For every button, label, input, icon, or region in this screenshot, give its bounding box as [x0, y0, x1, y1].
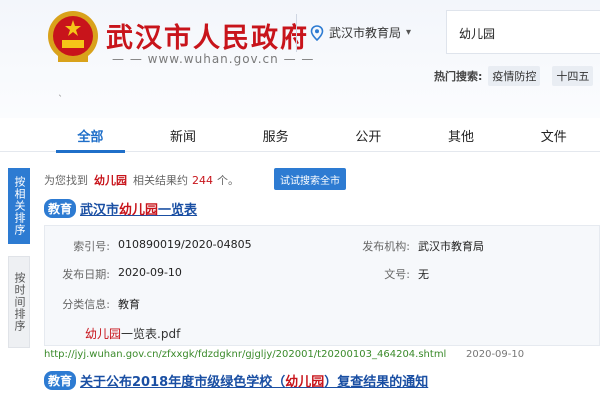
chevron-down-icon: ▾	[406, 27, 412, 38]
decorative-mark: ˎ	[58, 86, 63, 97]
hot-search-item[interactable]: 疫情防控	[488, 66, 541, 86]
results-summary: 为您找到 幼儿园 相关结果约 244 个。	[44, 172, 239, 188]
tab-public[interactable]: 公开	[322, 118, 415, 152]
category-badge: 教育	[44, 199, 77, 218]
result-url[interactable]: http://jyj.wuhan.gov.cn/zfxxgk/fdzdgknr/…	[44, 349, 446, 360]
national-emblem-icon	[48, 11, 98, 62]
result-title-link[interactable]: 关于公布2018年度市级绿色学校（幼儿园）复查结果的通知	[80, 371, 428, 390]
summary-suffix: 个。	[217, 174, 239, 187]
summary-count: 244	[192, 173, 213, 187]
category-tabs: 全部 新闻 服务 公开 其他 文件	[0, 118, 600, 153]
result-title[interactable]: 教育 关于公布2018年度市级绿色学校（幼儿园）复查结果的通知	[44, 371, 428, 390]
attachment-link[interactable]: 幼儿园一览表.pdf	[85, 325, 180, 342]
search-box	[446, 10, 600, 54]
result-meta-box: 索引号: 010890019/2020-04805 发布机构: 武汉市教育局 发布日…	[44, 225, 600, 346]
hot-search-item[interactable]: 十四五	[552, 66, 594, 86]
result-title-link[interactable]: 武汉市幼儿园一览表	[80, 199, 197, 218]
summary-keyword: 幼儿园	[94, 174, 127, 187]
meta-doc-number: 文号: 无	[384, 268, 429, 281]
result-title[interactable]: 教育 武汉市幼儿园一览表	[44, 199, 197, 218]
search-all-city-button[interactable]: 试试搜索全市	[274, 168, 346, 190]
search-input[interactable]	[459, 23, 599, 43]
meta-org: 发布机构: 武汉市教育局	[362, 240, 484, 253]
location-pin-icon	[310, 24, 324, 41]
hot-searches: 热门搜索: 疫情防控 十四五	[434, 66, 594, 86]
tab-other[interactable]: 其他	[415, 118, 508, 152]
site-url: — — www.wuhan.gov.cn — —	[112, 52, 315, 66]
tab-all[interactable]: 全部	[44, 118, 137, 153]
tab-files[interactable]: 文件	[507, 118, 600, 152]
meta-category: 分类信息: 教育	[62, 298, 140, 311]
summary-prefix: 为您找到	[44, 174, 88, 187]
header-divider	[296, 14, 297, 52]
result-date: 2020-09-10	[466, 349, 525, 360]
meta-date: 发布日期: 2020-09-10	[62, 266, 182, 281]
tab-services[interactable]: 服务	[229, 118, 322, 152]
meta-index: 索引号: 010890019/2020-04805	[73, 238, 252, 253]
location-label: 武汉市教育局	[329, 26, 402, 40]
hot-search-label: 热门搜索:	[434, 70, 483, 83]
site-header: 武汉市人民政府 — — www.wuhan.gov.cn — — 武汉市教育局 …	[0, 0, 600, 118]
tab-news[interactable]: 新闻	[137, 118, 230, 152]
sort-by-time-button[interactable]: 按时间排序	[8, 256, 30, 348]
site-title[interactable]: 武汉市人民政府	[106, 16, 309, 55]
summary-middle: 相关结果约	[133, 174, 188, 187]
category-badge: 教育	[44, 371, 77, 390]
location-selector[interactable]: 武汉市教育局 ▾	[310, 24, 411, 41]
sort-by-relevance-button[interactable]: 按相关排序	[8, 168, 30, 244]
